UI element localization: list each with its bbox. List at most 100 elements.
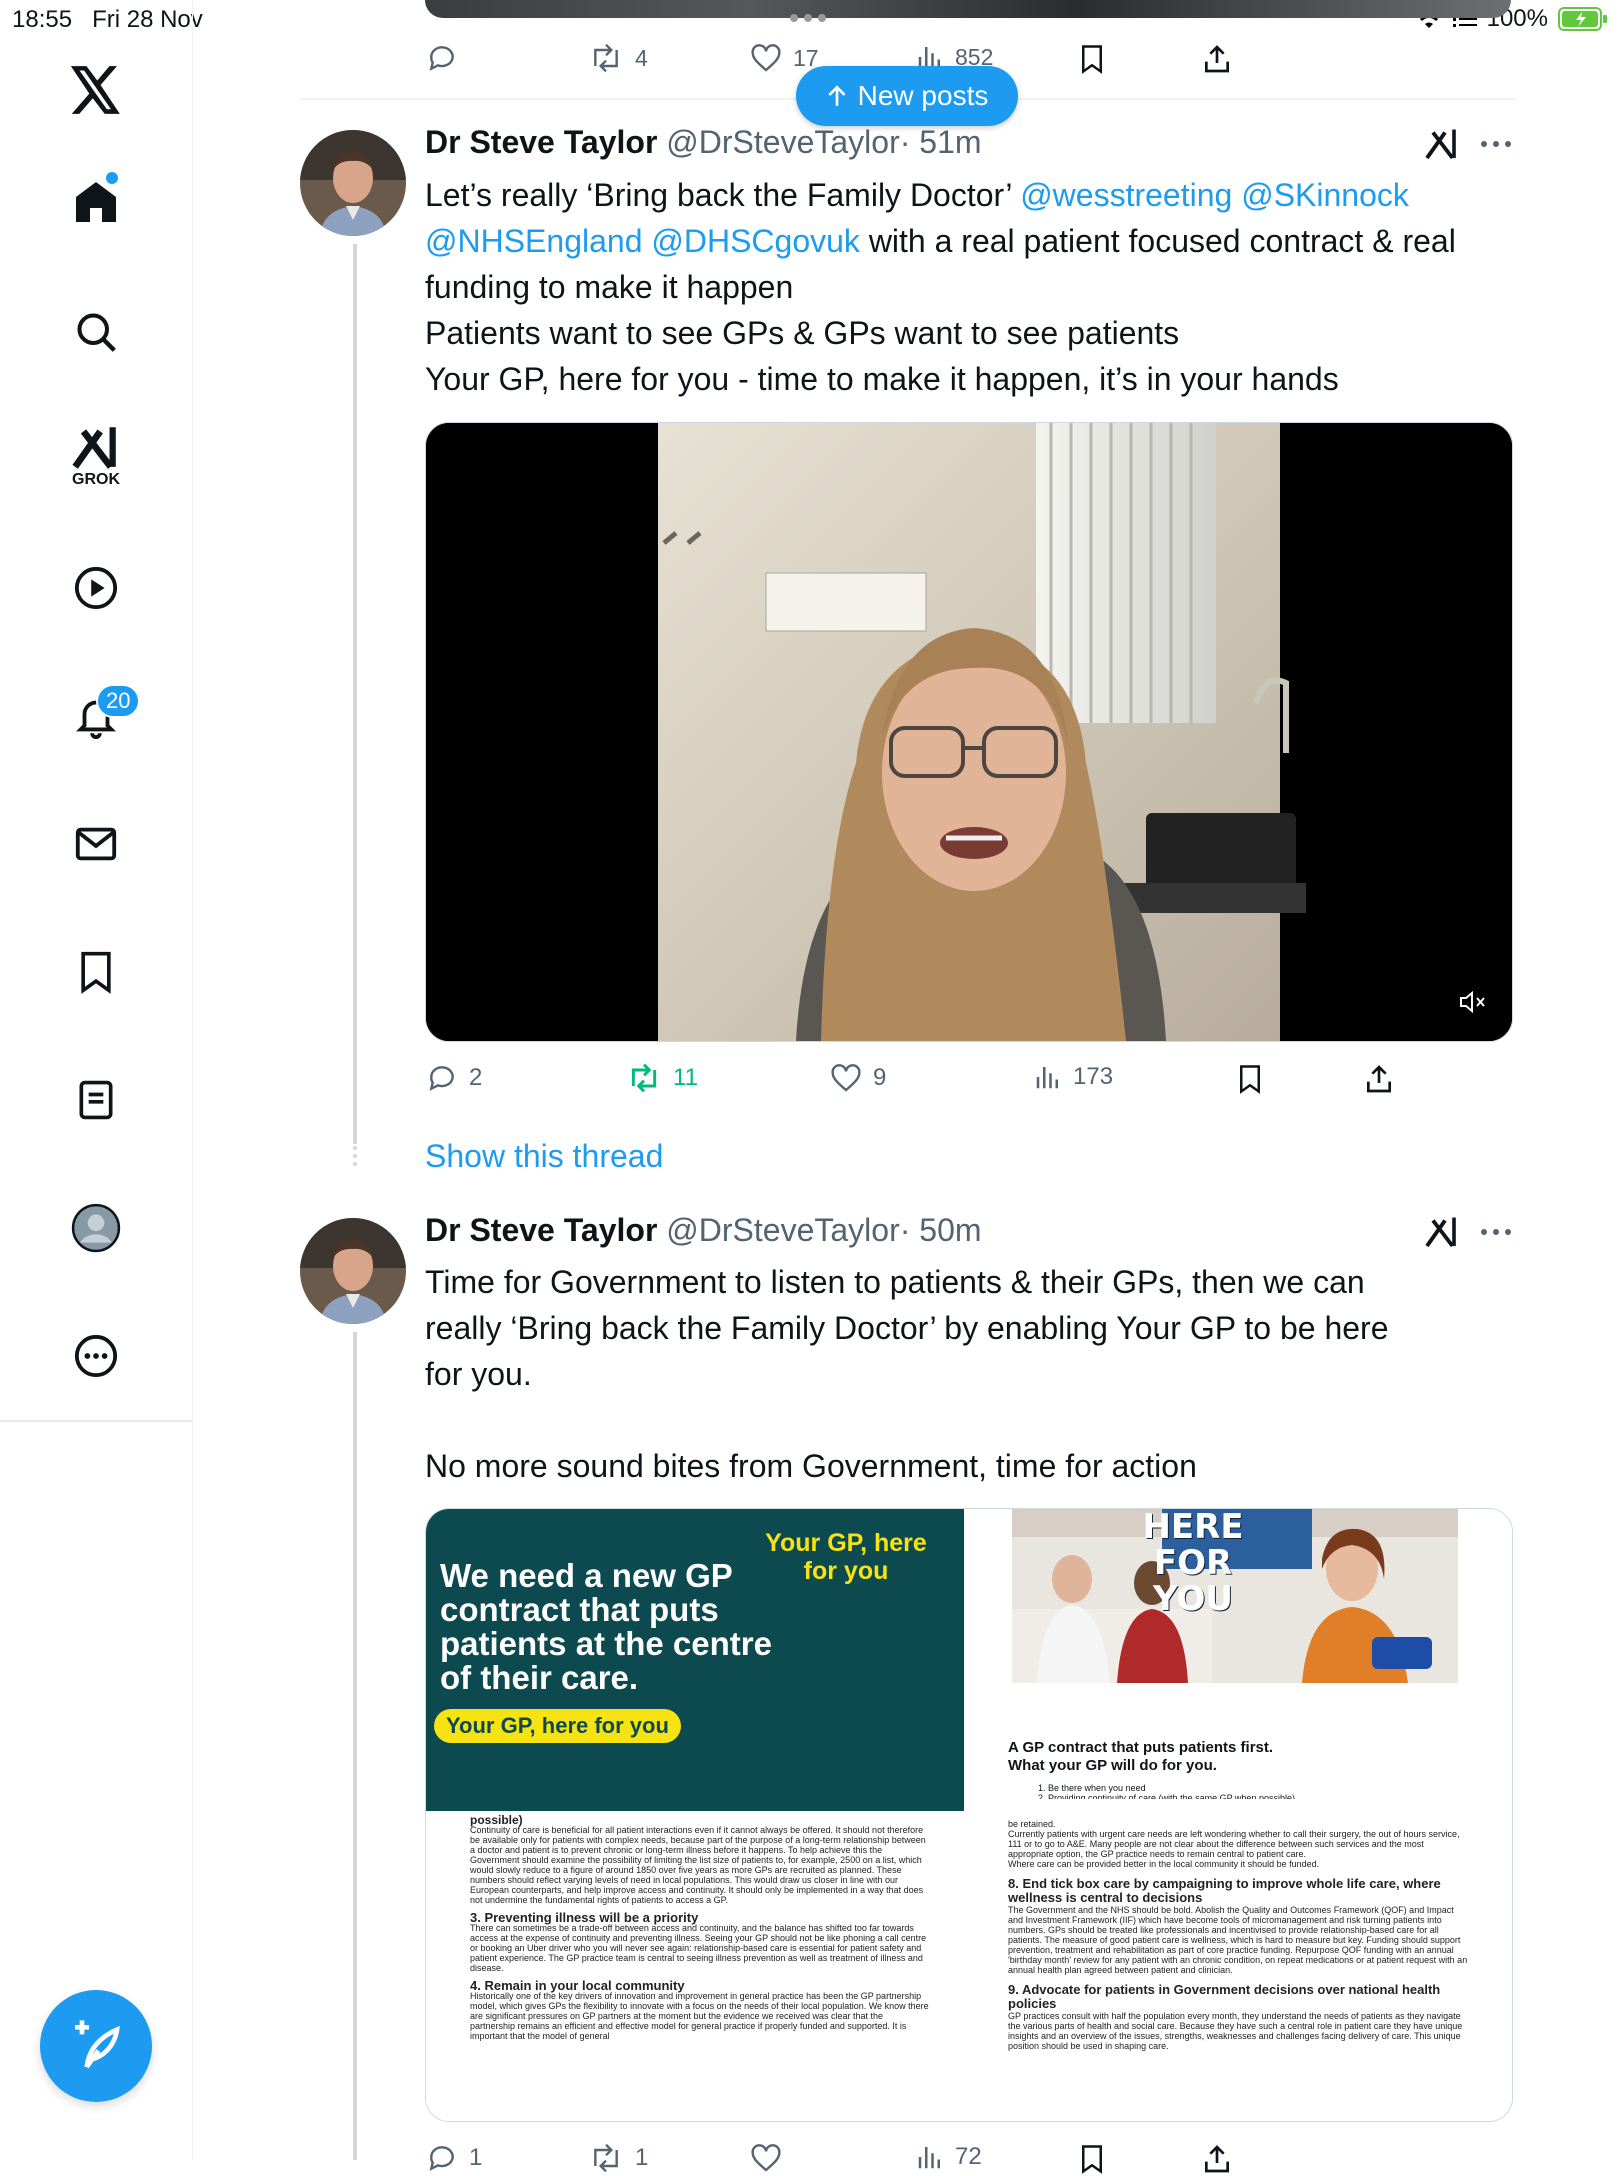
bookmark-icon[interactable] bbox=[1077, 42, 1107, 76]
thread-connector-line bbox=[353, 244, 357, 1144]
repost-count: 11 bbox=[673, 1064, 698, 1091]
doc-paragraph: There can sometimes be a trade-off betwe… bbox=[470, 1923, 927, 1973]
post-image-gallery[interactable]: Your GP, here for you We need a new GP c… bbox=[425, 1508, 1513, 2122]
policy-document-right-body: be retained. Currently patients with urg… bbox=[1008, 1819, 1470, 2051]
post-image-right[interactable]: HERE FOR YOU A GP contract that puts pat… bbox=[968, 1509, 1512, 2121]
arrow-up-icon bbox=[828, 85, 846, 106]
doc-title: A GP contract that puts patients first. bbox=[1008, 1739, 1274, 1756]
lists-icon[interactable] bbox=[56, 1060, 136, 1140]
like-button[interactable]: 9 bbox=[829, 1062, 886, 1094]
sidebar: GROK 20 bbox=[0, 0, 193, 2160]
grok-label: GROK bbox=[72, 471, 120, 488]
grok-explain-icon[interactable] bbox=[1424, 1214, 1460, 1248]
compose-feather-icon bbox=[75, 2020, 120, 2069]
home-icon[interactable] bbox=[56, 162, 136, 242]
show-thread-link[interactable]: Show this thread bbox=[425, 1138, 663, 1175]
bookmark-icon[interactable] bbox=[1077, 2142, 1107, 2176]
avatar[interactable] bbox=[300, 1218, 406, 1324]
views-button[interactable]: 72 bbox=[915, 2142, 982, 2172]
profile-avatar-icon[interactable] bbox=[56, 1188, 136, 1268]
tweet-text: Let’s really ‘Bring back the Family Doct… bbox=[425, 172, 1525, 402]
post-image-left[interactable]: Your GP, here for you We need a new GP c… bbox=[426, 1509, 964, 2121]
repost-count: 4 bbox=[635, 44, 648, 71]
sidebar-separator bbox=[0, 1420, 192, 1422]
reply-icon[interactable] bbox=[425, 42, 459, 74]
share-icon[interactable] bbox=[1201, 42, 1233, 76]
avatar[interactable] bbox=[300, 130, 406, 236]
tweet-text-line: Let’s really ‘Bring back the Family Doct… bbox=[425, 177, 1012, 213]
tweet-text-line: Time for Government to listen to patient… bbox=[425, 1264, 1389, 1392]
doc-paragraph: Historically one of the key drivers of i… bbox=[470, 1991, 929, 2041]
grok-explain-icon[interactable] bbox=[1424, 126, 1460, 160]
bookmarks-icon[interactable] bbox=[56, 932, 136, 1012]
policy-document-right: A GP contract that puts patients first. … bbox=[1008, 1739, 1468, 1799]
doc-paragraph: GP practices consult with half the popul… bbox=[1008, 2011, 1463, 2051]
grok-icon[interactable]: GROK bbox=[56, 416, 136, 496]
search-icon[interactable] bbox=[56, 292, 136, 372]
heart-icon bbox=[751, 2144, 781, 2172]
reply-count: 2 bbox=[469, 1064, 483, 1091]
more-options-icon[interactable] bbox=[56, 1316, 136, 1396]
new-posts-button[interactable]: New posts bbox=[796, 66, 1018, 126]
repost-icon bbox=[594, 43, 618, 73]
mute-volume-icon[interactable] bbox=[1458, 989, 1488, 1015]
notifications-badge: 20 bbox=[96, 684, 141, 718]
repost-icon bbox=[594, 2143, 618, 2173]
post-more-options-icon[interactable] bbox=[1480, 1228, 1512, 1236]
poster-pill: Your GP, here for you bbox=[434, 1709, 681, 1743]
repost-count: 1 bbox=[635, 2144, 649, 2171]
tweet-header: Dr Steve Taylor @DrSteveTaylor· 51m bbox=[425, 124, 982, 161]
like-count: 9 bbox=[873, 1064, 887, 1091]
reply-button[interactable]: 2 bbox=[425, 1062, 482, 1094]
battery-icon bbox=[1558, 7, 1607, 31]
x-logo-icon[interactable] bbox=[56, 50, 136, 130]
video-player[interactable] bbox=[425, 422, 1513, 1042]
poster-headline: We need a new GP contract that puts pati… bbox=[440, 1557, 772, 1696]
tweet-text-line: No more sound bites from Government, tim… bbox=[425, 1448, 1197, 1484]
video-play-icon[interactable] bbox=[56, 548, 136, 628]
mention-link[interactable]: @NHSEngland bbox=[425, 223, 642, 259]
doc-heading: 3. Preventing illness will be a priority bbox=[470, 1910, 699, 1925]
repost-button[interactable]: 11 bbox=[625, 1062, 698, 1094]
tweet-text-line: Patients want to see GPs & GPs want to s… bbox=[425, 315, 1180, 351]
reply-icon bbox=[429, 1066, 454, 1091]
views-chart-icon bbox=[918, 2147, 940, 2169]
author-handle[interactable]: @DrSteveTaylor bbox=[666, 124, 899, 160]
mention-link[interactable]: @SKinnock bbox=[1241, 177, 1409, 213]
share-icon[interactable] bbox=[1363, 1062, 1395, 1096]
doc-heading: 4. Remain in your local community bbox=[470, 1978, 685, 1993]
like-button[interactable] bbox=[749, 2142, 783, 2174]
like-button[interactable]: 17 bbox=[749, 42, 819, 74]
doc-heading: 8. End tick box care by campaigning to i… bbox=[1008, 1876, 1441, 1905]
author-name[interactable]: Dr Steve Taylor bbox=[425, 124, 657, 160]
author-handle[interactable]: @DrSteveTaylor bbox=[666, 1212, 899, 1248]
post-time[interactable]: · 51m bbox=[900, 124, 982, 160]
poster-banner-text: HERE FOR YOU bbox=[1142, 1509, 1244, 1619]
doc-subtitle: What your GP will do for you. bbox=[1008, 1757, 1217, 1774]
author-name[interactable]: Dr Steve Taylor bbox=[425, 1212, 657, 1248]
home-unread-dot bbox=[106, 172, 118, 184]
doc-paragraph: Where care can be provided better in the… bbox=[1008, 1859, 1320, 1869]
notifications-bell-icon[interactable]: 20 bbox=[56, 676, 141, 756]
views-button[interactable]: 173 bbox=[1033, 1062, 1113, 1092]
mention-link[interactable]: @wesstreeting bbox=[1020, 177, 1232, 213]
post-more-options-icon[interactable] bbox=[1480, 140, 1512, 148]
repost-button[interactable]: 4 bbox=[587, 42, 648, 74]
new-posts-label: New posts bbox=[857, 80, 989, 111]
share-icon[interactable] bbox=[1201, 2142, 1233, 2176]
bookmark-icon[interactable] bbox=[1235, 1062, 1265, 1096]
poster-banner: Your GP, here for you We need a new GP c… bbox=[426, 1509, 964, 1811]
reply-count: 1 bbox=[469, 2144, 483, 2171]
policy-document-left: possible) Continuity of care is benefici… bbox=[470, 1814, 930, 2041]
tweet-actions: 1 1 72 bbox=[425, 2138, 1511, 2174]
post-time[interactable]: · 50m bbox=[900, 1212, 982, 1248]
repost-icon bbox=[631, 1063, 657, 1093]
doc-paragraph: Currently patients with urgent care need… bbox=[1008, 1829, 1460, 1859]
mention-link[interactable]: @DHSCgovuk bbox=[651, 223, 860, 259]
reply-button[interactable]: 1 bbox=[425, 2142, 482, 2174]
messages-envelope-icon[interactable] bbox=[56, 804, 136, 884]
repost-button[interactable]: 1 bbox=[587, 2142, 648, 2174]
doc-paragraph: Continuity of care is beneficial for all… bbox=[470, 1825, 926, 1905]
compose-post-button[interactable] bbox=[40, 1990, 152, 2102]
media-dots-indicator bbox=[790, 14, 826, 22]
